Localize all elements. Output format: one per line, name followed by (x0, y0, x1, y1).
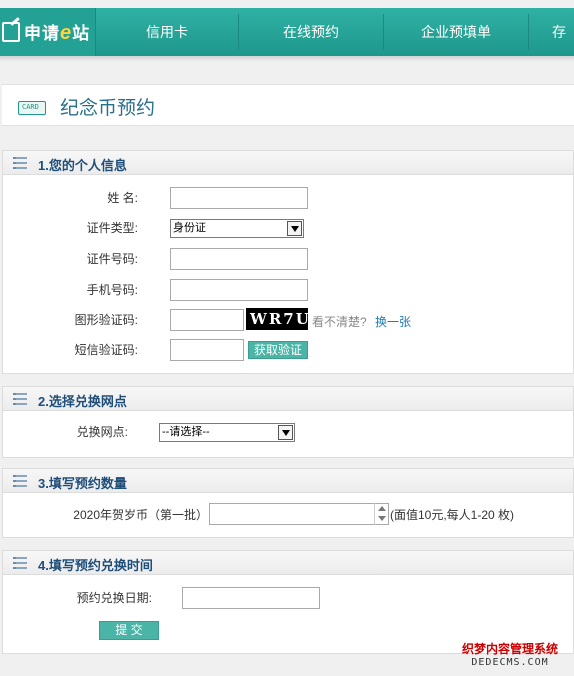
watermark-url: DEDECMS.COM (471, 657, 549, 668)
name-label: 姓 名: (107, 191, 138, 205)
section-title: 2.选择兑换网点 (38, 394, 127, 409)
nav-item-enterprise-form[interactable]: 企业预填单 (384, 8, 528, 56)
id-type-value: 身份证 (173, 222, 206, 234)
page-title: 纪念币预约 (60, 98, 156, 119)
branch-value: --请选择-- (162, 426, 210, 438)
captcha-image[interactable]: WR7U (246, 308, 309, 330)
date-label: 预约兑换日期: (76, 591, 152, 605)
date-input[interactable] (182, 587, 320, 609)
logo-text: 申请 (24, 24, 60, 43)
section-header: 3.填写预约数量 (3, 469, 573, 493)
nav-item-online-booking[interactable]: 在线预约 (239, 8, 383, 56)
section-header: 4.填写预约兑换时间 (3, 551, 573, 575)
top-nav: 申请e站 信用卡 在线预约 企业预填单 存 (0, 8, 574, 56)
phone-input[interactable] (170, 279, 308, 301)
logo-text-2: 站 (72, 24, 91, 43)
section-header: 1.您的个人信息 (3, 151, 573, 175)
branch-label: 兑换网点: (76, 425, 128, 439)
branch-select[interactable]: --请选择-- (159, 423, 295, 442)
section-header: 2.选择兑换网点 (3, 387, 573, 411)
list-icon (13, 393, 27, 405)
watermark: 织梦内容管理系统 DEDECMS.COM (462, 640, 558, 668)
nav-item-credit-card[interactable]: 信用卡 (96, 8, 238, 56)
watermark-title: 织梦内容管理系统 (462, 642, 559, 656)
submit-button[interactable]: 提 交 (99, 621, 159, 640)
sms-code-input[interactable] (170, 339, 244, 361)
captcha-input[interactable] (170, 309, 244, 331)
edit-icon (2, 22, 20, 42)
section-title: 1.您的个人信息 (38, 158, 127, 173)
phone-label: 手机号码: (86, 283, 138, 297)
list-icon (13, 475, 27, 487)
id-type-select[interactable]: 身份证 (170, 219, 304, 238)
captcha-refresh-link[interactable]: 换一张 (375, 313, 411, 330)
page-title-bar: CARD 纪念币预约 (2, 84, 574, 126)
coin-label: 2020年贺岁币（第一批） (73, 508, 208, 522)
card-icon: CARD (18, 101, 46, 115)
list-icon (13, 157, 27, 169)
list-icon (13, 557, 27, 569)
coin-hint: (面值10元,每人1-20 枚) (390, 508, 515, 522)
id-number-input[interactable] (170, 248, 308, 270)
chevron-down-icon (278, 425, 293, 440)
nav-shadow (0, 56, 574, 62)
chevron-down-icon (287, 221, 302, 236)
nav-item-deposit[interactable]: 存 (529, 8, 574, 56)
sms-code-label: 短信验证码: (74, 343, 138, 357)
id-type-label: 证件类型: (86, 221, 138, 235)
site-logo[interactable]: 申请e站 (0, 8, 96, 56)
section-title: 3.填写预约数量 (38, 476, 127, 491)
logo-e: e (60, 22, 73, 44)
quantity-stepper[interactable] (374, 503, 388, 525)
get-sms-code-button[interactable]: 获取验证码 (248, 341, 308, 373)
captcha-hint: 看不清楚? (312, 315, 367, 329)
coin-quantity-input[interactable] (209, 503, 389, 525)
name-input[interactable] (170, 187, 308, 209)
section-title: 4.填写预约兑换时间 (38, 558, 153, 573)
id-number-label: 证件号码: (86, 252, 138, 266)
captcha-label: 图形验证码: (74, 313, 138, 327)
